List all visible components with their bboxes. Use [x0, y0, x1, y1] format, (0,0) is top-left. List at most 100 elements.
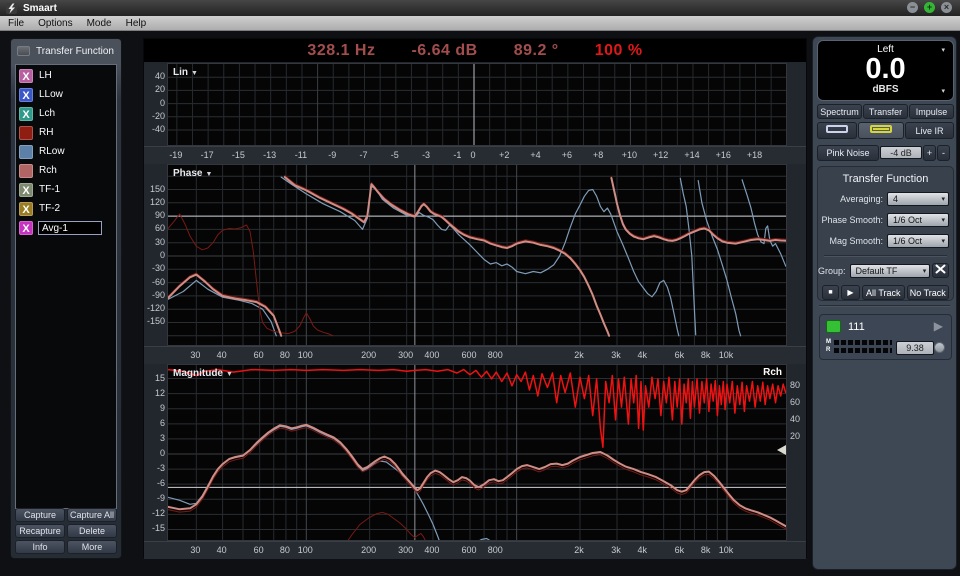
- smoothing-rows: Averaging:4▾Phase Smooth:1/6 Oct▾Mag Smo…: [818, 191, 953, 248]
- live-ir-button[interactable]: Live IR: [905, 122, 954, 139]
- chevron-down-icon: ▾: [923, 265, 927, 278]
- trace-checkbox[interactable]: X: [19, 183, 33, 197]
- plot-area: 328.1 Hz -6.64 dB 89.2 ° 100 % 40200-20-…: [143, 38, 807, 558]
- trace-checkbox[interactable]: X: [19, 88, 33, 102]
- chevron-down-icon: ▼: [191, 70, 198, 77]
- group-label: Group:: [818, 266, 850, 276]
- tab-impulse[interactable]: Impulse: [909, 104, 954, 119]
- single-pane-button[interactable]: [817, 122, 857, 139]
- phase-right-gutter: [787, 164, 806, 346]
- chevron-down-icon: ▾: [941, 235, 945, 248]
- zoom-button[interactable]: +: [924, 2, 935, 13]
- magnitude-scale-selector[interactable]: Magnitude▼: [173, 368, 233, 379]
- chevron-down-icon: ▾: [941, 193, 945, 206]
- trace-label: RH: [39, 127, 53, 138]
- record-button[interactable]: [934, 342, 945, 353]
- trace-label: LLow: [39, 89, 63, 100]
- trace-item-rch[interactable]: Rch: [16, 162, 116, 179]
- trace-label: TF-2: [39, 203, 60, 214]
- capture-all-button[interactable]: Capture All: [67, 508, 117, 522]
- select[interactable]: 1/6 Oct▾: [887, 213, 949, 227]
- impulse-scale-selector[interactable]: Lin▼: [173, 67, 198, 78]
- close-button[interactable]: ×: [941, 2, 952, 13]
- trace-checkbox[interactable]: [19, 164, 33, 178]
- group-select[interactable]: Default TF ▾: [850, 264, 931, 278]
- trace-item-rh[interactable]: RH: [16, 124, 116, 141]
- play-button[interactable]: ▶: [841, 285, 860, 300]
- trace-label: Lch: [39, 108, 55, 119]
- panel-toggle-button[interactable]: [17, 46, 30, 56]
- track-time-field[interactable]: 9.38: [896, 341, 934, 355]
- meter-label-r: R: [826, 347, 830, 353]
- trace-name-input[interactable]: Avg-1: [38, 221, 102, 235]
- impulse-plot: 40200-20-40 Lin▼: [144, 63, 806, 146]
- cursor-marker[interactable]: [777, 445, 786, 455]
- group-settings-button[interactable]: [932, 263, 949, 278]
- group-row: Group: Default TF ▾: [818, 263, 949, 278]
- chevron-down-icon: ▼: [205, 171, 212, 178]
- info-button[interactable]: Info: [15, 540, 65, 554]
- signal-generator-row: Pink Noise -4 dB + -: [817, 145, 954, 160]
- menu-options[interactable]: Options: [38, 18, 72, 29]
- channel-dropdown-icon[interactable]: ▾: [941, 46, 945, 54]
- transfer-function-panel: Transfer Function XLHXLLowXLchRHRLowRchX…: [10, 38, 122, 559]
- phase-smooth-row: Phase Smooth:1/6 Oct▾: [818, 212, 949, 227]
- input-meter: Left ▾ 0.0 dBFS ▾: [817, 40, 954, 101]
- more-button[interactable]: More: [67, 540, 117, 554]
- split-pane-button[interactable]: [858, 122, 904, 139]
- pane-icon: [826, 125, 848, 133]
- track-active-button[interactable]: [826, 320, 841, 333]
- trace-item-lch[interactable]: X Lch: [16, 105, 116, 122]
- phase-y-axis: 1501209060300-30-60-90-120-150: [144, 164, 167, 346]
- meter-value: 0.0: [818, 55, 953, 84]
- trace-checkbox[interactable]: [19, 126, 33, 140]
- cursor-readout: 328.1 Hz -6.64 dB 89.2 ° 100 %: [144, 39, 806, 62]
- no-track-button[interactable]: No Track: [907, 285, 950, 300]
- delete-button[interactable]: Delete: [67, 524, 117, 538]
- trace-checkbox[interactable]: X: [19, 202, 33, 216]
- transport-row: ■ ▶ All Track No Track: [822, 285, 949, 300]
- tab-spectrum[interactable]: Spectrum: [817, 104, 862, 119]
- capture-button[interactable]: Capture: [15, 508, 65, 522]
- phase-scale-selector[interactable]: Phase▼: [173, 168, 212, 179]
- menu-help[interactable]: Help: [126, 18, 147, 29]
- trace-item-tf-1[interactable]: X TF-1: [16, 181, 116, 198]
- level-decrease-button[interactable]: -: [937, 145, 950, 161]
- trace-label: TF-1: [39, 184, 60, 195]
- tab-transfer[interactable]: Transfer: [863, 104, 908, 119]
- trace-checkbox[interactable]: X: [19, 107, 33, 121]
- magnitude-plot-canvas[interactable]: Magnitude▼ Rch: [167, 364, 787, 541]
- generator-level-field[interactable]: -4 dB: [880, 146, 922, 159]
- trace-item-rlow[interactable]: RLow: [16, 143, 116, 160]
- trace-item-llow[interactable]: X LLow: [16, 86, 116, 103]
- level-increase-button[interactable]: +: [923, 145, 936, 161]
- phase-plot: 1501209060300-30-60-90-120-150 Phase▼: [144, 164, 806, 346]
- divider: [824, 255, 947, 257]
- frequency-axis-bottom: 304060801002003004006008002k3k4k6k8k10k: [144, 541, 806, 559]
- minimize-button[interactable]: −: [907, 2, 918, 13]
- trace-checkbox[interactable]: X: [19, 221, 33, 235]
- select[interactable]: 1/6 Oct▾: [887, 234, 949, 248]
- trace-item-tf-2[interactable]: X TF-2: [16, 200, 116, 217]
- track-name: 111: [848, 321, 865, 333]
- recapture-button[interactable]: Recapture: [15, 524, 65, 538]
- trace-item-avg-1[interactable]: X Avg-1: [16, 219, 116, 236]
- mag-smooth-row: Mag Smooth:1/6 Oct▾: [818, 233, 949, 248]
- select[interactable]: 4▾: [887, 192, 949, 206]
- trace-checkbox[interactable]: X: [19, 69, 33, 83]
- stop-button[interactable]: ■: [822, 285, 839, 300]
- menu-mode[interactable]: Mode: [87, 18, 112, 29]
- menu-file[interactable]: File: [8, 18, 24, 29]
- trace-list: XLHXLLowXLchRHRLowRchXTF-1XTF-2XAvg-1: [15, 64, 117, 509]
- unit-dropdown-icon[interactable]: ▾: [941, 87, 945, 95]
- pink-noise-button[interactable]: Pink Noise: [817, 145, 879, 161]
- window-title: Smaart: [23, 3, 57, 14]
- all-track-button[interactable]: All Track: [862, 285, 905, 300]
- trace-checkbox[interactable]: [19, 145, 33, 159]
- window-controls: −+ ×: [907, 2, 952, 13]
- trace-item-lh[interactable]: XLH: [16, 67, 116, 84]
- phase-plot-canvas[interactable]: Phase▼: [167, 164, 787, 346]
- impulse-plot-canvas[interactable]: Lin▼: [167, 63, 787, 146]
- capture-buttons: CaptureCapture AllRecaptureDeleteInfoMor…: [15, 508, 117, 554]
- track-play-icon[interactable]: ▶: [934, 319, 943, 333]
